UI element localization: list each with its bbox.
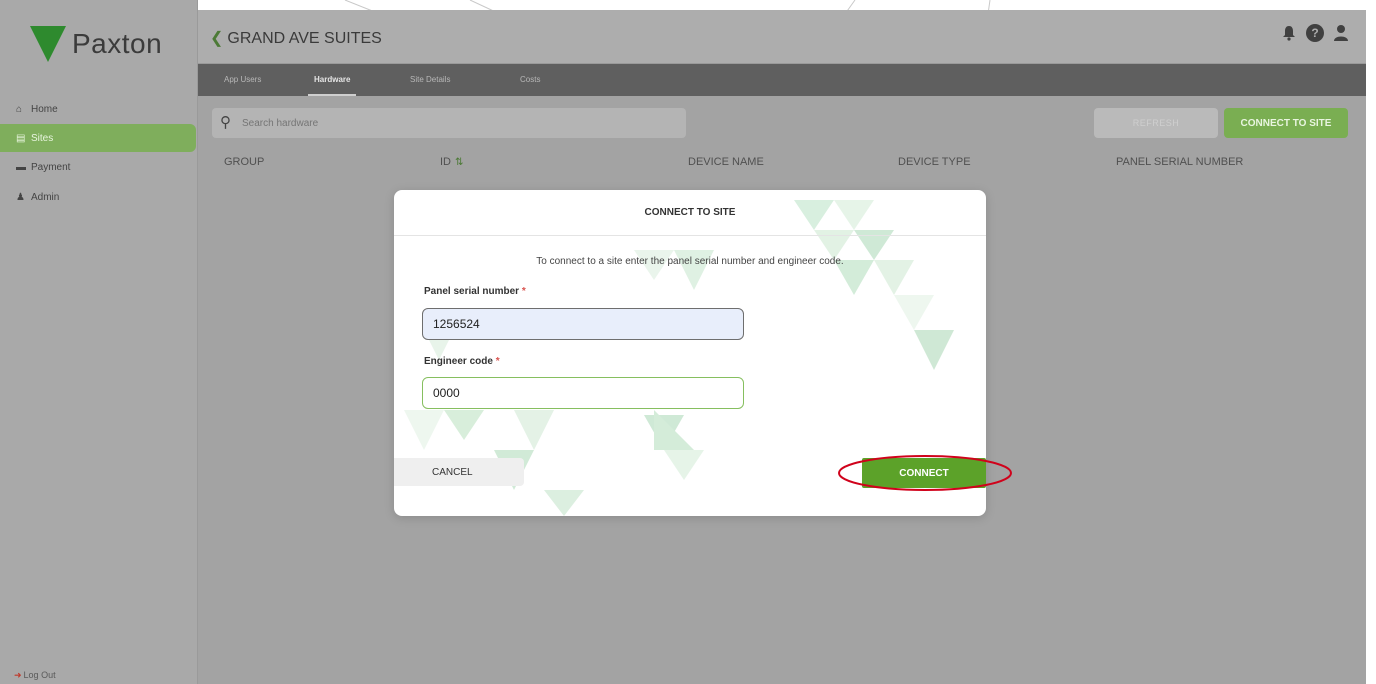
tab-bar: App Users Hardware Site Details Costs xyxy=(198,64,1366,96)
serial-label-text: Panel serial number xyxy=(424,286,520,297)
dialog-title: CONNECT TO SITE xyxy=(394,190,986,236)
sidebar-item-admin[interactable]: ♟ Admin xyxy=(0,182,198,212)
cancel-button[interactable]: CANCEL xyxy=(394,458,524,486)
sidebar-item-label: Sites xyxy=(31,132,54,144)
paxton-logo: Paxton xyxy=(30,26,162,62)
engineer-code-input[interactable] xyxy=(422,377,744,409)
user-icon[interactable] xyxy=(1332,24,1350,42)
column-id[interactable]: ID ⇅ xyxy=(440,156,463,168)
sidebar: Paxton ⌂ Home ▤ Sites ▬ Payment ♟ Admin … xyxy=(0,0,198,684)
help-icon[interactable]: ? xyxy=(1306,24,1324,42)
sort-icon: ⇅ xyxy=(455,157,464,168)
serial-label: Panel serial number * xyxy=(424,286,526,297)
sidebar-item-payment[interactable]: ▬ Payment xyxy=(0,152,198,182)
bell-icon[interactable] xyxy=(1280,24,1298,42)
search-input[interactable] xyxy=(242,114,672,132)
column-device-name[interactable]: DEVICE NAME xyxy=(688,156,764,168)
column-device-type[interactable]: DEVICE TYPE xyxy=(898,156,971,168)
panel-serial-input[interactable] xyxy=(422,308,744,340)
header: ❮ GRAND AVE SUITES ? xyxy=(198,10,1366,64)
sidebar-item-home[interactable]: ⌂ Home xyxy=(0,94,198,124)
home-icon: ⌂ xyxy=(16,103,23,115)
table-header: GROUP ID ⇅ DEVICE NAME DEVICE TYPE PANEL … xyxy=(198,156,1366,174)
code-label-text: Engineer code xyxy=(424,356,493,367)
sidebar-item-label: Admin xyxy=(31,191,60,203)
app-window: Paxton ⌂ Home ▤ Sites ▬ Payment ♟ Admin … xyxy=(0,0,1376,684)
tab-costs[interactable]: Costs xyxy=(520,64,540,96)
header-icons: ? xyxy=(1280,24,1350,42)
sites-icon: ▤ xyxy=(16,132,26,144)
required-marker: * xyxy=(495,356,500,367)
site-title: GRAND AVE SUITES xyxy=(227,30,382,47)
logo-triangle-icon xyxy=(30,26,66,62)
sidebar-item-label: Payment xyxy=(31,161,71,173)
tab-site-details[interactable]: Site Details xyxy=(410,64,450,96)
code-label: Engineer code * xyxy=(424,356,500,367)
logo-text: Paxton xyxy=(72,28,163,59)
card-icon: ▬ xyxy=(16,161,26,173)
tab-hardware[interactable]: Hardware xyxy=(307,64,358,96)
toolbar: ⚲ xyxy=(212,108,686,138)
connect-to-site-dialog: CONNECT TO SITE To connect to a site ent… xyxy=(394,190,986,516)
refresh-button[interactable]: REFRESH xyxy=(1094,108,1218,138)
logout-label: Log Out xyxy=(23,670,56,680)
column-panel-serial[interactable]: PANEL SERIAL NUMBER xyxy=(1116,156,1243,168)
connect-to-site-button[interactable]: CONNECT TO SITE xyxy=(1224,108,1348,138)
tab-app-users[interactable]: App Users xyxy=(224,64,261,96)
column-group[interactable]: GROUP xyxy=(224,156,264,168)
chevron-left-icon: ❮ xyxy=(210,30,224,47)
user-icon: ♟ xyxy=(16,191,25,203)
back-link[interactable]: ❮ GRAND AVE SUITES xyxy=(210,28,382,48)
logout-link[interactable]: ➜ Log Out xyxy=(14,670,56,681)
sidebar-item-sites[interactable]: ▤ Sites xyxy=(0,124,196,152)
required-marker: * xyxy=(521,286,526,297)
sidebar-nav: ⌂ Home ▤ Sites ▬ Payment ♟ Admin xyxy=(0,94,198,212)
sidebar-item-label: Home xyxy=(31,103,58,115)
search-box: ⚲ xyxy=(212,108,686,138)
search-icon: ⚲ xyxy=(220,114,231,131)
logout-icon: ➜ xyxy=(14,670,22,680)
dialog-description: To connect to a site enter the panel ser… xyxy=(536,256,844,267)
column-id-label: ID xyxy=(440,156,451,168)
connect-button[interactable]: CONNECT xyxy=(862,458,986,488)
